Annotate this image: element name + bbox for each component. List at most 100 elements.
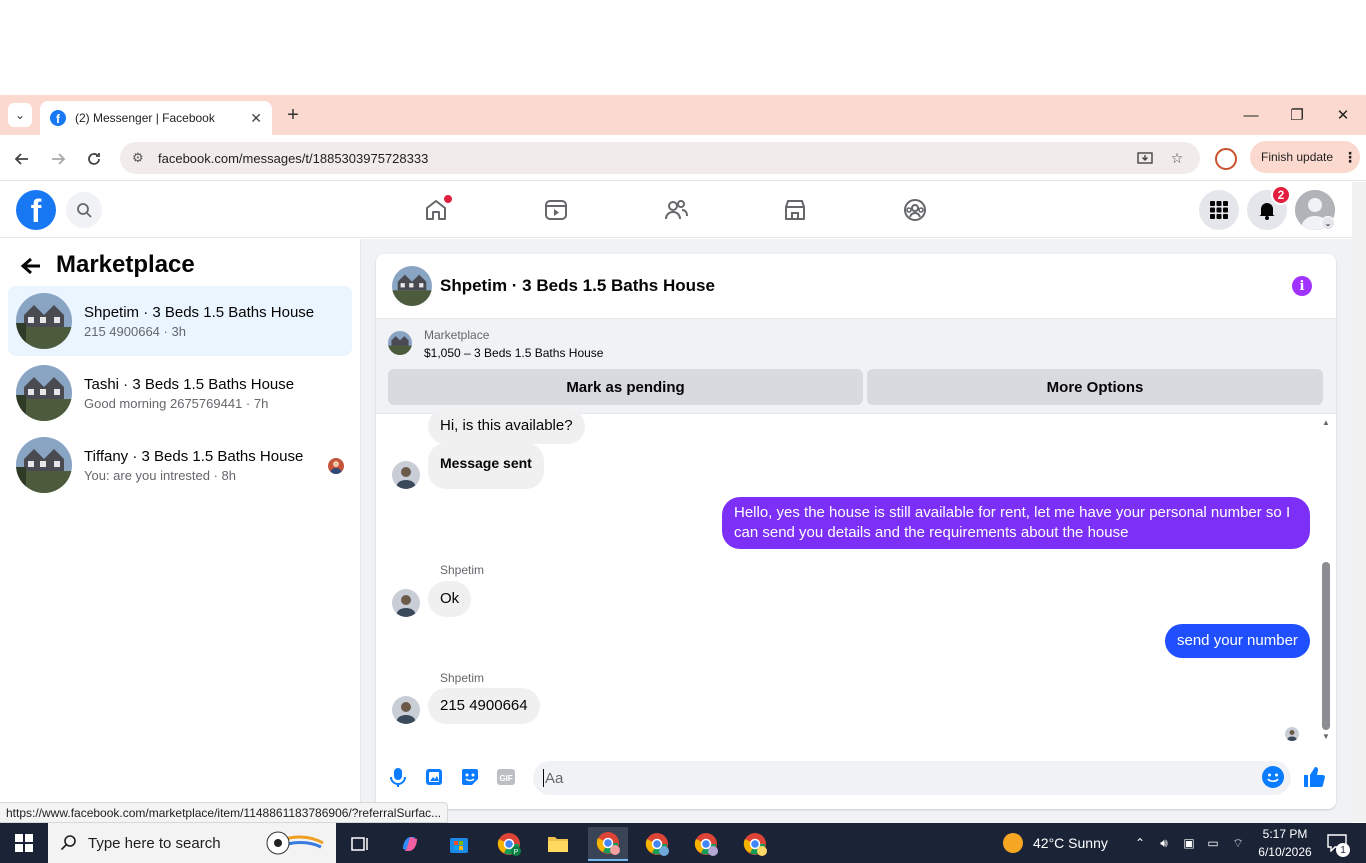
- menu-grid-button[interactable]: [1199, 190, 1239, 230]
- svg-text:GIF: GIF: [499, 774, 512, 783]
- store-icon[interactable]: [439, 827, 479, 861]
- reload-button[interactable]: [82, 147, 106, 171]
- notification-count-badge: 1: [1336, 843, 1350, 857]
- url-text: facebook.com/messages/t/1885303975728333: [158, 150, 429, 166]
- file-explorer-icon[interactable]: [538, 827, 578, 861]
- microphone-icon[interactable]: [386, 765, 410, 789]
- groups-icon[interactable]: [899, 194, 931, 226]
- chrome-profile-icon[interactable]: [637, 827, 677, 861]
- site-settings-icon[interactable]: ⚙: [132, 150, 150, 166]
- listing-label: Marketplace: [424, 328, 490, 342]
- friends-icon[interactable]: [660, 194, 692, 226]
- wifi-icon[interactable]: ⌔: [1229, 834, 1247, 852]
- house-thumbnail: [16, 293, 72, 349]
- sender-name: Shpetim: [440, 563, 485, 577]
- incoming-message: Hi, is this available?: [428, 409, 585, 444]
- restore-button[interactable]: ❐: [1274, 100, 1320, 130]
- clock-time: 5:17 PM: [1262, 827, 1308, 841]
- copilot-icon[interactable]: [390, 827, 430, 861]
- start-button[interactable]: [0, 823, 48, 863]
- incoming-message: Message sent: [428, 443, 544, 489]
- marketplace-icon[interactable]: [779, 194, 811, 226]
- forward-arrow-icon: [52, 153, 66, 165]
- chat-header-title[interactable]: Shpetim · 3 Beds 1.5 Baths House: [440, 276, 715, 296]
- taskbar-clock[interactable]: 5:17 PM 6/10/2026: [1252, 825, 1318, 861]
- task-view-icon[interactable]: [340, 827, 380, 861]
- read-receipt-avatar: [1285, 727, 1299, 741]
- conversation-item[interactable]: Tashi · 3 Beds 1.5 Baths House Good morn…: [8, 358, 352, 428]
- bookmark-star-icon[interactable]: ☆: [1167, 148, 1187, 168]
- back-button[interactable]: [10, 147, 34, 171]
- browser-tab[interactable]: f (2) Messenger | Facebook ✕: [40, 101, 272, 135]
- conversation-item[interactable]: Shpetim · 3 Beds 1.5 Baths House 215 490…: [8, 286, 352, 356]
- conversation-name: Tashi · 3 Beds 1.5 Baths House: [84, 375, 295, 393]
- conversation-name: Shpetim · 3 Beds 1.5 Baths House: [84, 303, 315, 321]
- scroll-up-icon[interactable]: ▲: [1320, 418, 1332, 427]
- svg-text:P: P: [514, 849, 519, 856]
- chat-house-thumbnail[interactable]: [392, 266, 432, 306]
- messages-scrollbar[interactable]: ▲ ▼: [1320, 418, 1332, 744]
- account-chevron-icon[interactable]: ⌄: [1321, 216, 1335, 230]
- reload-icon: [88, 153, 100, 165]
- message-input-placeholder: Aa: [545, 769, 564, 787]
- conversation-snippet: Good morning 2675769441 · 7h: [84, 395, 269, 411]
- outgoing-message: Hello, yes the house is still available …: [722, 497, 1310, 549]
- tab-title: (2) Messenger | Facebook: [75, 111, 215, 125]
- sender-avatar[interactable]: [392, 589, 420, 617]
- close-window-button[interactable]: ✕: [1320, 100, 1366, 130]
- scroll-thumb[interactable]: [1322, 562, 1330, 730]
- profile-icon[interactable]: [1215, 148, 1237, 170]
- mark-as-pending-button[interactable]: Mark as pending: [388, 369, 863, 405]
- install-app-icon[interactable]: [1135, 148, 1155, 168]
- forward-button[interactable]: [46, 147, 70, 171]
- clock-date: 6/10/2026: [1258, 845, 1312, 859]
- taskbar-search[interactable]: Type here to search: [48, 823, 336, 863]
- meet-now-icon[interactable]: ▣: [1180, 834, 1198, 852]
- more-options-button[interactable]: More Options: [867, 369, 1323, 405]
- grid-icon: [1210, 201, 1228, 219]
- finish-update-button[interactable]: Finish update ⋮: [1250, 141, 1360, 173]
- chrome-profile-p-icon[interactable]: P: [489, 827, 529, 861]
- address-bar[interactable]: ⚙ facebook.com/messages/t/18853039757283…: [120, 142, 1200, 174]
- chevron-up-icon[interactable]: ⌃: [1131, 834, 1149, 852]
- tab-search-button[interactable]: ⌄: [8, 103, 32, 127]
- taskbar-search-placeholder: Type here to search: [88, 834, 221, 852]
- weather-text[interactable]: 42°C Sunny: [1033, 835, 1108, 851]
- sender-avatar[interactable]: [392, 696, 420, 724]
- chevron-down-icon: ⌄: [14, 108, 26, 122]
- status-url: https://www.facebook.com/marketplace/ite…: [0, 802, 449, 823]
- back-arrow-icon[interactable]: [18, 253, 44, 279]
- sun-weather-icon[interactable]: [1003, 833, 1023, 853]
- facebook-logo[interactable]: f: [16, 190, 56, 230]
- info-icon[interactable]: i: [1292, 276, 1312, 296]
- sender-name: Shpetim: [440, 671, 485, 685]
- gif-icon[interactable]: GIF: [494, 765, 518, 789]
- conversation-snippet: 215 4900664 · 3h: [84, 323, 186, 339]
- menu-dots-icon: ⋮: [1343, 148, 1358, 165]
- scroll-down-icon[interactable]: ▼: [1320, 732, 1332, 741]
- image-icon[interactable]: [422, 765, 446, 789]
- notification-badge: 2: [1271, 185, 1291, 205]
- battery-icon[interactable]: ▭: [1204, 834, 1222, 852]
- new-tab-button[interactable]: +: [282, 103, 304, 127]
- facebook-search-button[interactable]: [66, 192, 102, 228]
- message-input[interactable]: Aa: [533, 761, 1291, 795]
- volume-icon[interactable]: 🔊︎: [1155, 834, 1173, 852]
- chrome-active-icon[interactable]: [588, 827, 628, 861]
- chrome-profile-icon[interactable]: [735, 827, 775, 861]
- conversation-item[interactable]: Tiffany · 3 Beds 1.5 Baths House You: ar…: [8, 430, 352, 500]
- sender-avatar[interactable]: [392, 461, 420, 489]
- listing-price-title[interactable]: $1,050 – 3 Beds 1.5 Baths House: [424, 346, 603, 360]
- minimize-button[interactable]: —: [1228, 100, 1274, 130]
- emoji-icon[interactable]: [1262, 766, 1284, 788]
- video-icon[interactable]: [540, 194, 572, 226]
- page-scrollbar[interactable]: [1352, 182, 1366, 822]
- listing-thumbnail[interactable]: [388, 331, 412, 355]
- thumbs-up-icon[interactable]: [1301, 764, 1327, 790]
- text-caret: [543, 769, 544, 787]
- incoming-message: 215 4900664: [428, 688, 540, 724]
- conversation-name: Tiffany · 3 Beds 1.5 Baths House: [84, 447, 304, 465]
- chrome-profile-icon[interactable]: [686, 827, 726, 861]
- close-tab-icon[interactable]: ✕: [250, 110, 262, 127]
- sticker-icon[interactable]: [458, 765, 482, 789]
